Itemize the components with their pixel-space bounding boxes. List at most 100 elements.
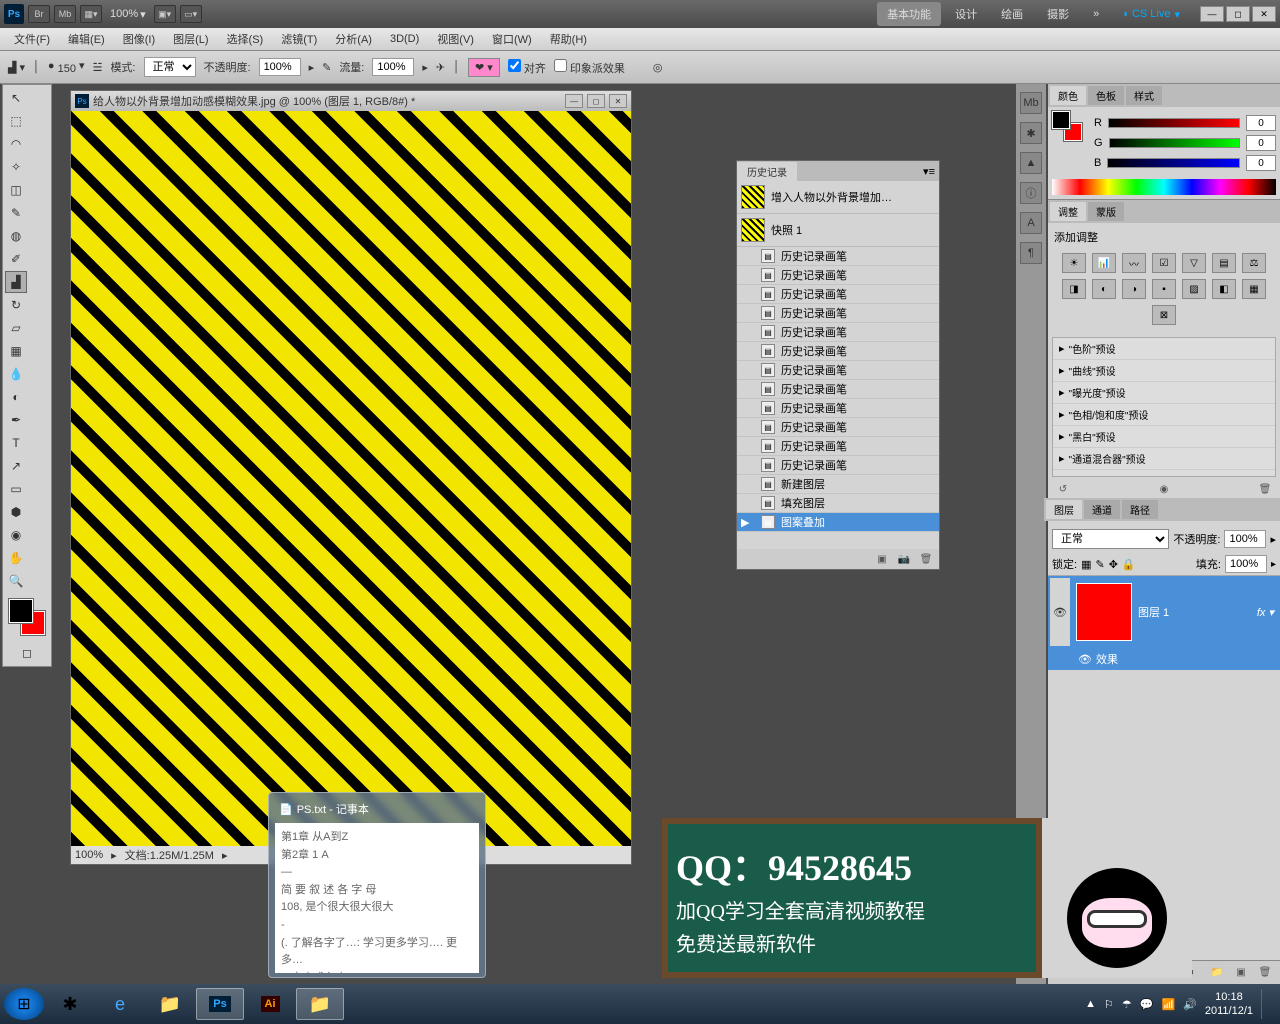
- color-spectrum[interactable]: [1052, 179, 1276, 195]
- color-panel-swatches[interactable]: [1052, 111, 1082, 141]
- doc-close-icon[interactable]: ✕: [609, 94, 627, 108]
- close-icon[interactable]: ✕: [1252, 6, 1276, 22]
- preset-item[interactable]: ▸ "黑白"预设: [1053, 426, 1275, 448]
- history-item[interactable]: ▤历史记录画笔: [737, 342, 939, 361]
- pen-tool[interactable]: ✒: [5, 409, 27, 431]
- history-item[interactable]: ▤历史记录画笔: [737, 361, 939, 380]
- g-slider[interactable]: [1109, 138, 1240, 148]
- doc-filesize[interactable]: 文档:1.25M/1.25M: [125, 847, 214, 863]
- paths-tab[interactable]: 路径: [1122, 500, 1158, 519]
- lasso-tool[interactable]: ◠: [5, 133, 27, 155]
- wand-tool[interactable]: ✧: [5, 156, 27, 178]
- layer-blend-select[interactable]: 正常: [1052, 529, 1169, 549]
- preset-item[interactable]: ▸ "通道混合器"预设: [1053, 448, 1275, 470]
- tray-up-icon[interactable]: ▲: [1085, 998, 1096, 1010]
- character-icon[interactable]: A: [1020, 212, 1042, 234]
- move-tool[interactable]: ↖: [5, 87, 27, 109]
- minimize-icon[interactable]: —: [1200, 6, 1224, 22]
- layers-tab[interactable]: 图层: [1046, 500, 1082, 519]
- channels-tab[interactable]: 通道: [1084, 500, 1120, 519]
- align-checkbox[interactable]: 对齐: [508, 59, 546, 76]
- workspace-basic[interactable]: 基本功能: [877, 2, 941, 26]
- taskbar-preview[interactable]: 📄PS.txt - 记事本 第1章 从A到Z第2章 1 A—简 要 叙 述 各 …: [268, 792, 486, 978]
- menu-edit[interactable]: 编辑(E): [60, 29, 113, 49]
- exposure-icon[interactable]: ☑: [1152, 253, 1176, 273]
- workspace-more-icon[interactable]: »: [1083, 4, 1109, 24]
- menu-filter[interactable]: 滤镜(T): [273, 29, 325, 49]
- brightness-icon[interactable]: ☀: [1062, 253, 1086, 273]
- history-item[interactable]: ▤历史记录画笔: [737, 247, 939, 266]
- opacity-input[interactable]: [259, 58, 301, 76]
- history-item[interactable]: ▤历史记录画笔: [737, 380, 939, 399]
- menu-window[interactable]: 窗口(W): [484, 29, 540, 49]
- 3d-tool[interactable]: ⬢: [5, 501, 27, 523]
- flow-arrow-icon[interactable]: ▸: [422, 61, 428, 74]
- menu-3d[interactable]: 3D(D): [382, 31, 427, 47]
- hue-icon[interactable]: ▤: [1212, 253, 1236, 273]
- menu-help[interactable]: 帮助(H): [542, 29, 595, 49]
- menu-file[interactable]: 文件(F): [6, 29, 58, 49]
- color-swatches[interactable]: [5, 597, 49, 637]
- b-input[interactable]: [1246, 155, 1276, 171]
- fg-color-swatch[interactable]: [9, 599, 33, 623]
- fx-indicator-icon[interactable]: fx ▾: [1257, 606, 1274, 619]
- mb-icon[interactable]: Mb: [54, 5, 76, 23]
- history-tab[interactable]: 历史记录: [737, 162, 797, 181]
- preset-item[interactable]: ▸ "色阶"预设: [1053, 338, 1275, 360]
- taskbar-photoshop[interactable]: Ps: [196, 988, 244, 1020]
- workspace-paint[interactable]: 绘画: [991, 2, 1033, 26]
- crop-tool[interactable]: ◫: [5, 179, 27, 201]
- gradient-map-icon[interactable]: ▦: [1242, 279, 1266, 299]
- impressionist-checkbox[interactable]: 印象派效果: [554, 59, 625, 76]
- preset-item[interactable]: ▸ "可选颜色"预设: [1053, 470, 1275, 477]
- compass-icon[interactable]: ✱: [1020, 122, 1042, 144]
- r-input[interactable]: [1246, 115, 1276, 131]
- lock-trans-icon[interactable]: ▦: [1081, 558, 1091, 571]
- start-button[interactable]: ⊞: [4, 988, 44, 1020]
- masks-tab[interactable]: 蒙版: [1088, 202, 1124, 221]
- color-tab[interactable]: 颜色: [1050, 86, 1086, 105]
- preset-item[interactable]: ▸ "曲线"预设: [1053, 360, 1275, 382]
- zoom-tool[interactable]: 🔍: [5, 570, 27, 592]
- system-tray[interactable]: ▲ ⚐ ☂ 💬 📶 🔊 10:182011/12/1: [1077, 989, 1276, 1019]
- posterize-icon[interactable]: ▨: [1182, 279, 1206, 299]
- curves-icon[interactable]: 〰: [1122, 253, 1146, 273]
- view-extras-icon[interactable]: ▦▾: [80, 5, 102, 23]
- dodge-tool[interactable]: ◐: [5, 386, 27, 408]
- taskbar-notepad[interactable]: 📁: [296, 988, 344, 1020]
- hand-tool-icon[interactable]: ▣▾: [154, 5, 176, 23]
- tray-vol-icon[interactable]: 🔊: [1183, 998, 1197, 1011]
- adjustments-tab[interactable]: 调整: [1050, 202, 1086, 221]
- invert-icon[interactable]: ▪: [1152, 279, 1176, 299]
- stamp-tool-icon[interactable]: ▟ ▾: [8, 61, 25, 74]
- mb-dock-icon[interactable]: Mb: [1020, 92, 1042, 114]
- tray-msg-icon[interactable]: 💬: [1140, 998, 1154, 1011]
- shape-tool[interactable]: ▭: [5, 478, 27, 500]
- taskbar-clock[interactable]: 10:182011/12/1: [1205, 990, 1253, 1019]
- history-item[interactable]: ▤历史记录画笔: [737, 323, 939, 342]
- doc-maximize-icon[interactable]: ◻: [587, 94, 605, 108]
- vibrance-icon[interactable]: ▽: [1182, 253, 1206, 273]
- g-input[interactable]: [1246, 135, 1276, 151]
- doc-zoom[interactable]: 100%: [75, 849, 103, 861]
- delete-layer-icon[interactable]: 🗑: [1256, 965, 1274, 981]
- taskbar-app-1[interactable]: ✱: [46, 988, 94, 1020]
- histogram-icon[interactable]: ▲: [1020, 152, 1042, 174]
- taskbar-explorer[interactable]: 📁: [146, 988, 194, 1020]
- lock-all-icon[interactable]: 🔒: [1122, 558, 1136, 571]
- tray-net-icon[interactable]: 📶: [1161, 998, 1175, 1011]
- path-tool[interactable]: ↗: [5, 455, 27, 477]
- history-item[interactable]: ▤历史记录画笔: [737, 418, 939, 437]
- new-snapshot-icon[interactable]: 📷: [895, 551, 913, 567]
- history-item[interactable]: ▤历史记录画笔: [737, 437, 939, 456]
- menu-image[interactable]: 图像(I): [115, 29, 163, 49]
- brush-preset-icon[interactable]: ● 150 ▾: [48, 59, 85, 75]
- group-icon[interactable]: 📁: [1208, 965, 1226, 981]
- history-item[interactable]: ▤历史记录画笔: [737, 304, 939, 323]
- history-item[interactable]: ▤历史记录画笔: [737, 456, 939, 475]
- menu-analyze[interactable]: 分析(A): [327, 29, 380, 49]
- 3d-cam-tool[interactable]: ◉: [5, 524, 27, 546]
- tray-safety-icon[interactable]: ☂: [1122, 998, 1132, 1011]
- history-item[interactable]: ▤历史记录画笔: [737, 266, 939, 285]
- threshold-icon[interactable]: ◧: [1212, 279, 1236, 299]
